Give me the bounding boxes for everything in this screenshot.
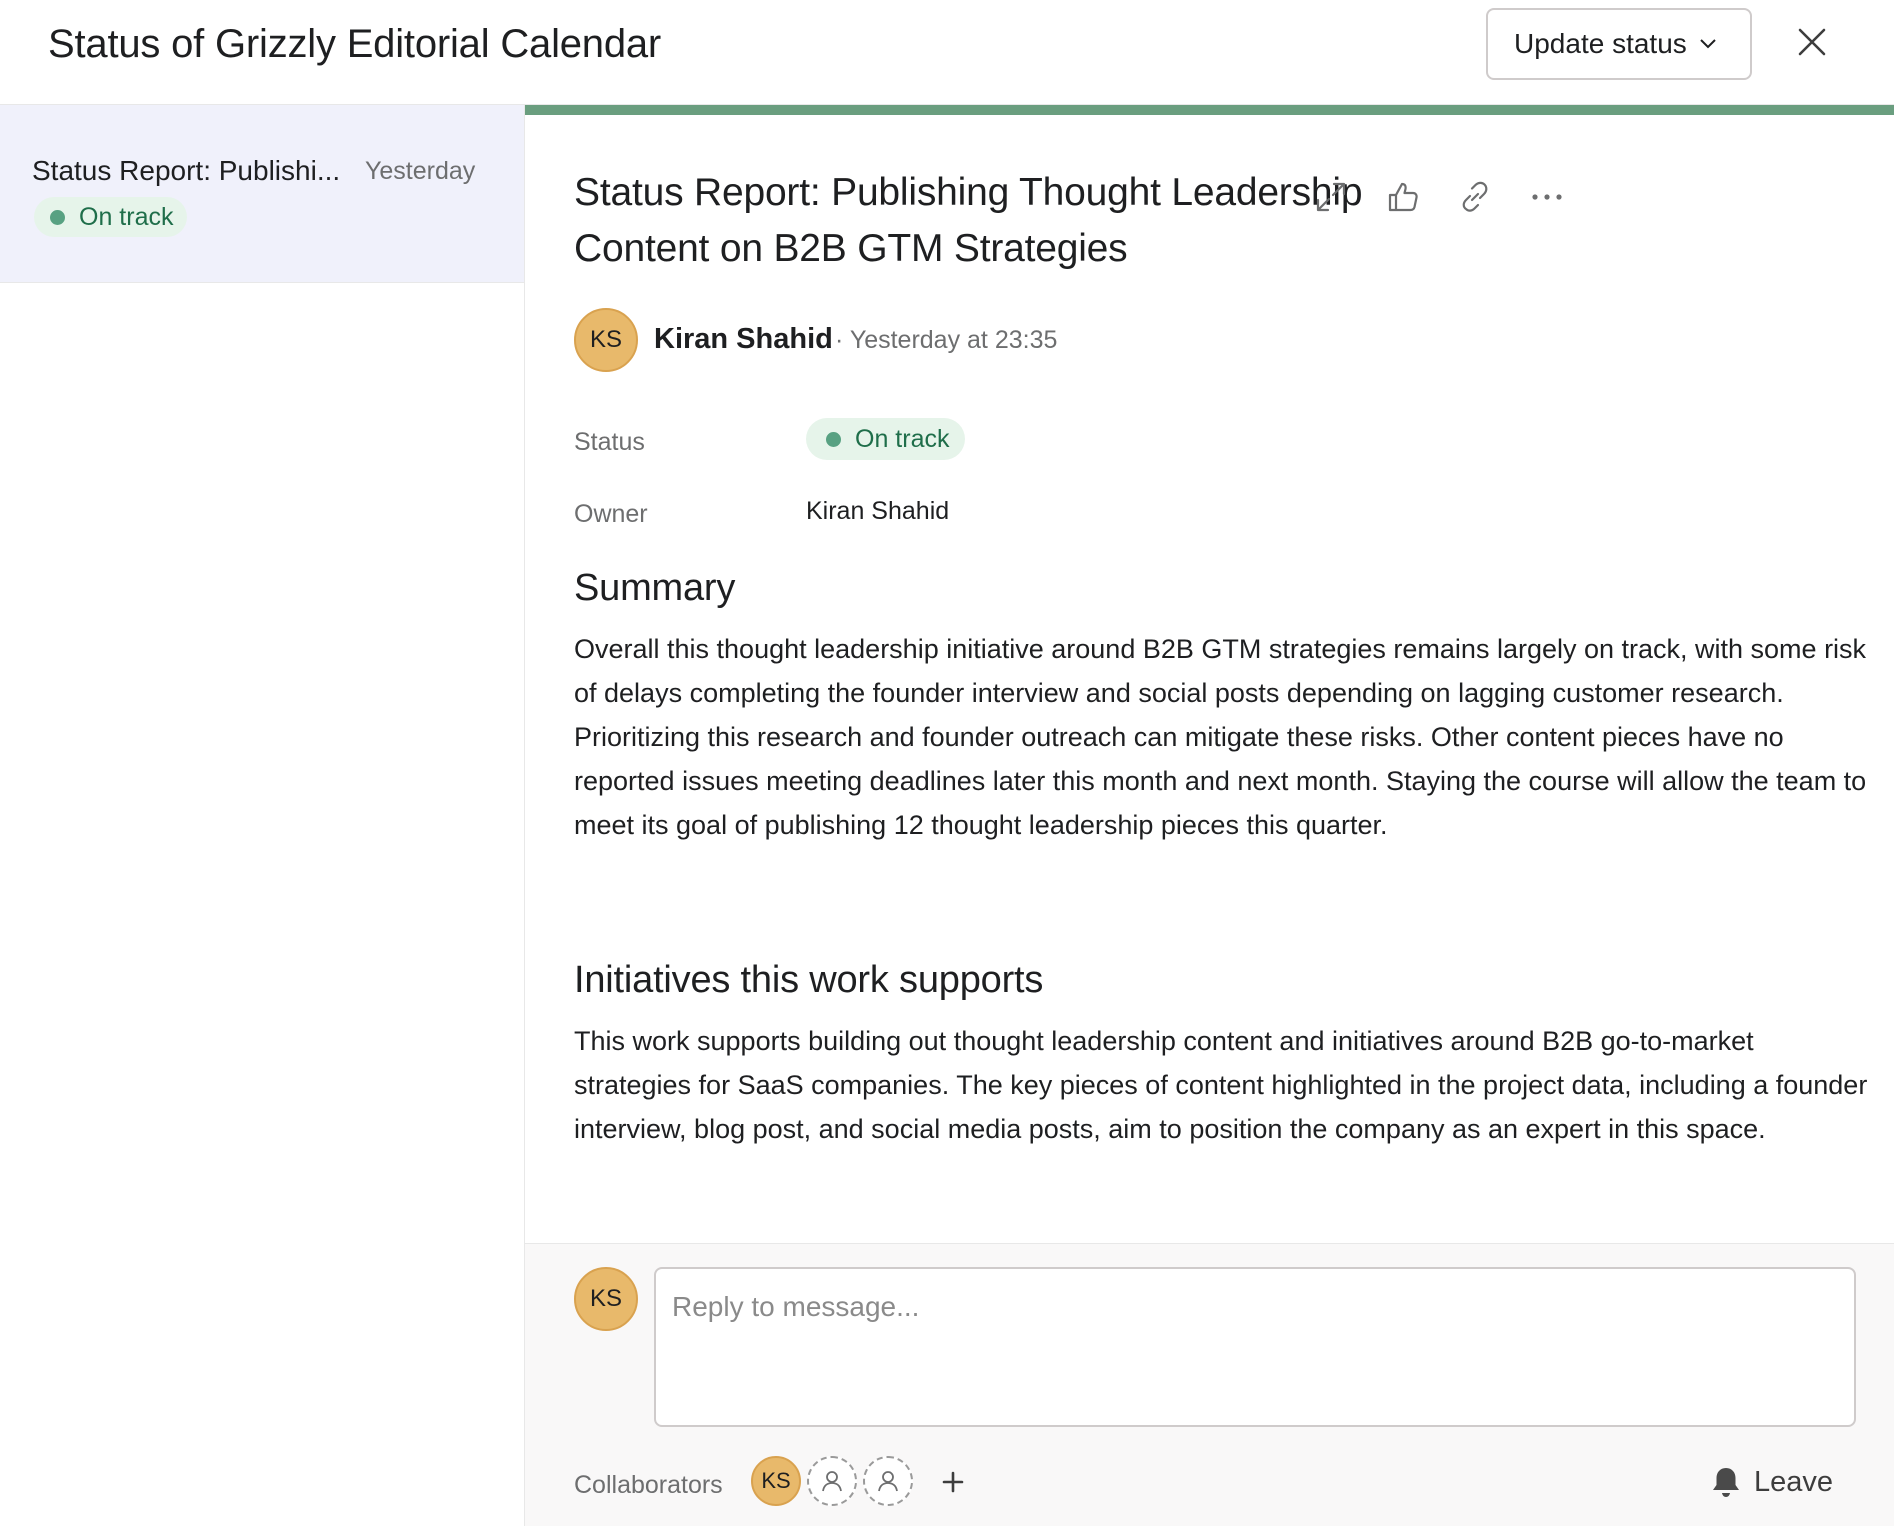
- update-status-button[interactable]: Update status: [1486, 8, 1752, 80]
- dialog-header: Status of Grizzly Editorial Calendar Upd…: [0, 0, 1894, 105]
- leave-label: Leave: [1754, 1465, 1834, 1498]
- summary-heading: Summary: [574, 567, 736, 609]
- initiatives-body: This work supports building out thought …: [574, 1026, 1868, 1144]
- reply-area: KS Collaborators KS Leave: [525, 1243, 1894, 1526]
- owner-value: Kiran Shahid: [806, 497, 950, 525]
- chevron-down-icon: [1699, 38, 1717, 50]
- plus-icon[interactable]: [935, 1464, 971, 1500]
- collaborator-avatar[interactable]: KS: [751, 1456, 801, 1506]
- post-timestamp: · Yesterday at 23:35: [835, 326, 1058, 354]
- status-report-panel: Status Report: Publishing Thought Leader…: [525, 105, 1894, 1526]
- summary-body: Overall this thought leadership initiati…: [574, 634, 1867, 840]
- sidebar-item-status-report[interactable]: Status Report: Publishi... Yesterday On …: [0, 105, 524, 283]
- dialog-title: Status of Grizzly Editorial Calendar: [48, 22, 662, 66]
- status-color-bar: [525, 105, 1894, 115]
- status-value-label: On track: [855, 424, 950, 453]
- status-value-badge: On track: [806, 418, 966, 460]
- initiatives-heading: Initiatives this work supports: [574, 959, 1044, 1001]
- collaborators-label: Collaborators: [574, 1471, 723, 1499]
- more-icon[interactable]: [1523, 173, 1571, 221]
- bell-icon: [1710, 1465, 1742, 1499]
- sidebar-item-time: Yesterday: [365, 157, 476, 185]
- expand-icon[interactable]: [1307, 173, 1355, 221]
- reply-input[interactable]: [654, 1267, 1856, 1427]
- person-icon[interactable]: [863, 1456, 913, 1506]
- author-name[interactable]: Kiran Shahid: [654, 323, 833, 356]
- reply-avatar: KS: [574, 1267, 638, 1331]
- link-icon[interactable]: [1451, 173, 1499, 221]
- update-status-label: Update status: [1514, 28, 1687, 59]
- thumbs-up-icon[interactable]: [1379, 173, 1427, 221]
- status-field-label: Status: [574, 428, 645, 456]
- author-avatar[interactable]: KS: [574, 308, 638, 372]
- leave-button[interactable]: Leave: [1710, 1460, 1833, 1504]
- status-dot-icon: [50, 209, 65, 225]
- sidebar-item-title: Status Report: Publishi...: [32, 155, 341, 186]
- report-title: Status Report: Publishing Thought Leader…: [574, 171, 1363, 270]
- person-icon[interactable]: [807, 1456, 857, 1506]
- owner-field-label: Owner: [574, 500, 648, 528]
- status-badge-label: On track: [79, 202, 174, 231]
- close-icon[interactable]: [1792, 22, 1832, 62]
- status-dot-icon: [826, 431, 841, 447]
- status-updates-sidebar: Status Report: Publishi... Yesterday On …: [0, 105, 525, 1526]
- status-badge: On track: [34, 197, 188, 237]
